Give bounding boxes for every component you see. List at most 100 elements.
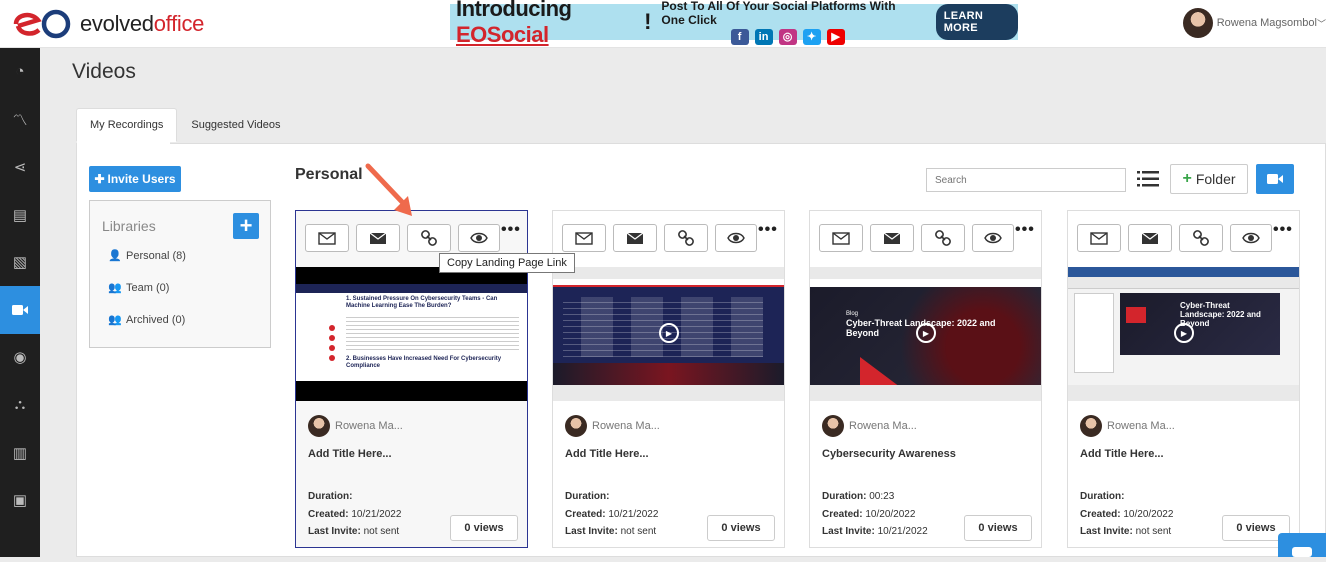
link-icon	[678, 230, 694, 246]
linkedin-icon: in	[754, 29, 773, 45]
sidebar-item-analytics[interactable]: 〽	[0, 96, 40, 144]
library-item-personal[interactable]: 👤 Personal (8)	[108, 249, 186, 263]
contacts-icon: ◉	[13, 349, 27, 367]
views-button[interactable]: 0 views	[964, 515, 1032, 541]
sidebar-item-contacts[interactable]: ◉	[0, 334, 40, 382]
sidebar-item-videos[interactable]	[0, 285, 40, 334]
play-icon[interactable]: ▶	[1174, 323, 1194, 343]
video-thumbnail[interactable]: Blog Cyber-Threat Landscape: 2022 and Be…	[810, 267, 1041, 401]
views-button[interactable]: 0 views	[450, 515, 518, 541]
library-item-team[interactable]: 👥 Team (0)	[108, 281, 169, 295]
record-video-button[interactable]	[1256, 164, 1294, 194]
more-options-icon[interactable]: •••	[501, 221, 521, 239]
invite-users-button[interactable]: ✚ Invite Users	[89, 166, 181, 192]
sidebar-item-reports[interactable]: ▥	[0, 429, 40, 477]
user-menu[interactable]: Rowena Magsombol ﹀	[1182, 8, 1326, 38]
thumbnail-share-icons	[329, 325, 335, 361]
card-title[interactable]: Add Title Here...	[565, 448, 649, 460]
link-icon	[421, 230, 437, 246]
banner-socials: f in ◎ ✦ ▶	[730, 29, 845, 45]
preview-button[interactable]	[715, 224, 757, 252]
thumbnail-blog-tag: Blog	[846, 311, 859, 317]
add-library-button[interactable]: +	[233, 213, 259, 239]
created-value: 10/21/2022	[351, 509, 402, 520]
duration-label: Duration:	[565, 491, 610, 502]
tabs: My Recordings Suggested Videos	[76, 108, 294, 142]
send-button[interactable]	[870, 224, 914, 252]
copy-link-button[interactable]	[664, 224, 708, 252]
email-button[interactable]	[1077, 224, 1121, 252]
folder-label: Folder	[1195, 171, 1236, 187]
email-button[interactable]	[305, 224, 349, 252]
owner-name: Rowena Ma...	[592, 420, 660, 432]
sidebar-item-images[interactable]: ▧	[0, 238, 40, 286]
video-card[interactable]: ••• Cyber-Threat Landscape: 2022 and Bey…	[1067, 210, 1300, 548]
video-card[interactable]: ••• Blog Cyber-Threat Landscape: 2022 an…	[809, 210, 1042, 548]
logo-text-suffix: office	[153, 11, 205, 36]
last-invite-row: Last Invite: not sent	[308, 526, 399, 537]
card-title[interactable]: Add Title Here...	[308, 448, 392, 460]
play-icon[interactable]: ▶	[659, 323, 679, 343]
sidebar-item-organization[interactable]: ⛬	[0, 381, 40, 429]
more-options-icon[interactable]: •••	[1273, 221, 1293, 239]
tab-divider-cover	[77, 141, 170, 145]
copy-link-button[interactable]	[1179, 224, 1223, 252]
library-item-archived[interactable]: 👥 Archived (0)	[108, 313, 185, 327]
tab-my-recordings[interactable]: My Recordings	[76, 108, 178, 142]
sidebar-item-share[interactable]: ⋖	[0, 143, 40, 191]
video-card[interactable]: ••• ▶ Rowena Ma... Add Title Here... Dur…	[552, 210, 785, 548]
email-button[interactable]	[562, 224, 606, 252]
envelope-outline-icon	[575, 231, 593, 245]
created-row: Created: 10/21/2022	[308, 509, 401, 520]
thumbnail-taskbar	[810, 385, 1041, 401]
preview-button[interactable]	[972, 224, 1014, 252]
sidebar-item-dashboard[interactable]: ◔	[0, 48, 40, 96]
sidebar-item-newsletter[interactable]: ▤	[0, 191, 40, 239]
card-title[interactable]: Cybersecurity Awareness	[822, 448, 956, 460]
preview-button[interactable]	[458, 224, 500, 252]
video-thumbnail[interactable]: 1. Sustained Pressure On Cybersecurity T…	[296, 267, 527, 401]
more-options-icon[interactable]: •••	[758, 221, 778, 239]
last-invite-label: Last Invite:	[308, 526, 361, 537]
send-button[interactable]	[1128, 224, 1172, 252]
instagram-icon: ◎	[778, 29, 797, 45]
image-icon: ▧	[12, 254, 28, 272]
logo[interactable]: evolvedoffice	[12, 8, 204, 40]
search-input[interactable]	[926, 168, 1126, 192]
duration-row: Duration: 00:23	[822, 491, 894, 502]
banner-intro-text: Introducing	[456, 0, 572, 21]
chat-widget-button[interactable]	[1278, 533, 1326, 557]
card-title[interactable]: Add Title Here...	[1080, 448, 1164, 460]
video-thumbnail[interactable]: Cyber-Threat Landscape: 2022 and Beyond …	[1068, 267, 1299, 401]
thumbnail-app-bar	[1068, 267, 1299, 277]
learn-more-button[interactable]: LEARN MORE	[935, 4, 1018, 40]
last-invite-label: Last Invite:	[565, 526, 618, 537]
add-folder-button[interactable]: + Folder	[1170, 164, 1248, 194]
banner-tagline: Post To All Of Your Social Platforms Wit…	[661, 0, 896, 27]
chat-icon	[1292, 547, 1312, 557]
created-value: 10/20/2022	[865, 509, 916, 520]
preview-button[interactable]	[1230, 224, 1272, 252]
copy-link-button[interactable]	[921, 224, 965, 252]
top-bar: evolvedoffice Introducing EOSocial ! Pos…	[0, 0, 1326, 48]
envelope-filled-icon	[1141, 232, 1159, 244]
thumbnail-hero	[553, 363, 784, 385]
email-button[interactable]	[819, 224, 863, 252]
send-button[interactable]	[613, 224, 657, 252]
video-thumbnail[interactable]: ▶	[553, 267, 784, 401]
list-view-icon[interactable]	[1137, 170, 1159, 188]
tab-suggested-videos[interactable]: Suggested Videos	[177, 108, 294, 142]
sidebar-item-tools[interactable]: ▣	[0, 476, 40, 524]
card-owner: Rowena Ma...	[1080, 415, 1175, 437]
card-actions	[819, 224, 1014, 252]
more-options-icon[interactable]: •••	[1015, 221, 1035, 239]
created-row: Created: 10/20/2022	[1080, 509, 1173, 520]
eosocial-banner[interactable]: Introducing EOSocial ! Post To All Of Yo…	[450, 0, 1018, 47]
card-actions	[562, 224, 757, 252]
twitter-icon: ✦	[802, 29, 821, 45]
library-label: Personal (8)	[126, 249, 186, 262]
views-button[interactable]: 0 views	[707, 515, 775, 541]
team-icon: 👥	[108, 282, 122, 294]
owner-name: Rowena Ma...	[849, 420, 917, 432]
play-icon[interactable]: ▶	[916, 323, 936, 343]
